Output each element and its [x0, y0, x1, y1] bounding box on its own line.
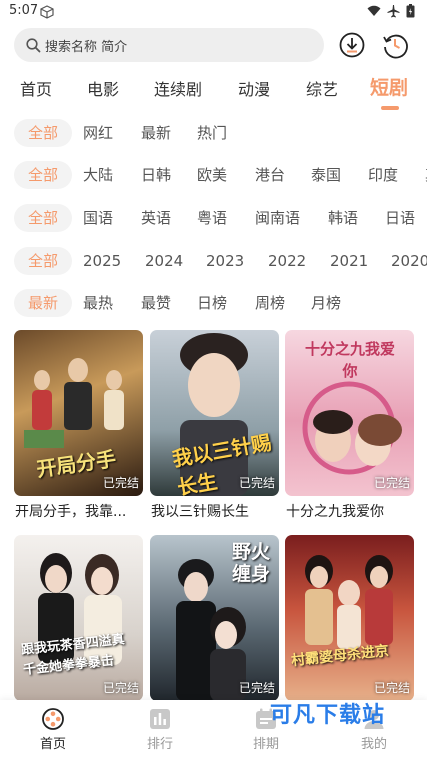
category-tabs: 首页 电影 连续剧 动漫 综艺 短剧	[0, 72, 427, 104]
search-icon	[26, 37, 41, 52]
tab-short-drama[interactable]: 短剧	[370, 73, 408, 100]
filter-chip[interactable]: 2024	[145, 247, 183, 275]
filter-chip[interactable]: 泰国	[311, 161, 341, 189]
filter-chip[interactable]: 2021	[330, 247, 368, 275]
filter-chip[interactable]: 2023	[206, 247, 244, 275]
filter-chip[interactable]: 全部	[14, 161, 73, 189]
filter-chip[interactable]: 韩语	[328, 204, 358, 232]
film-reel-icon	[42, 708, 64, 730]
poster-image: 我以三针赐长生 已完结	[150, 330, 279, 496]
status-badge: 已完结	[102, 476, 139, 490]
poster-title-art: 野火缠身	[232, 541, 271, 585]
status-badge: 已完结	[238, 681, 275, 695]
drama-title: 开局分手，我靠...	[15, 504, 127, 520]
filter-chip[interactable]: 2020	[391, 247, 427, 275]
watermark-text: 可凡下载站	[270, 703, 386, 728]
tab-home[interactable]: 首页	[20, 76, 52, 100]
filter-chip[interactable]: 港台	[255, 161, 285, 189]
filter-row-type: 全部 网红 最新 热门	[0, 119, 427, 147]
tab-movie[interactable]: 电影	[87, 76, 119, 100]
history-icon[interactable]	[381, 31, 409, 59]
status-icons	[367, 4, 415, 18]
filter-chip[interactable]: 最赞	[141, 289, 171, 317]
filter-chip[interactable]: 日语	[385, 204, 415, 232]
filter-chip[interactable]: 周榜	[255, 289, 285, 317]
active-tab-indicator	[381, 106, 399, 110]
ranking-icon	[150, 709, 170, 729]
filter-chip[interactable]: 粤语	[197, 204, 227, 232]
filter-chip[interactable]: 2022	[268, 247, 306, 275]
drama-title: 十分之九我爱你	[286, 504, 384, 520]
download-icon[interactable]	[338, 31, 366, 59]
airplane-icon	[387, 4, 400, 17]
wifi-icon	[367, 5, 381, 16]
filter-chip[interactable]: 网红	[83, 119, 113, 147]
filter-chip[interactable]: 欧美	[197, 161, 227, 189]
filter-chip[interactable]: 最新	[141, 119, 171, 147]
filter-row-language: 全部 国语 英语 粤语 闽南语 韩语 日语	[0, 204, 427, 232]
nav-label: 我的	[360, 737, 387, 752]
filter-chip[interactable]: 2025	[83, 247, 121, 275]
filter-chip[interactable]: 最新	[14, 289, 73, 317]
drama-title: 我以三针赐长生	[151, 504, 249, 520]
filter-chip[interactable]: 日榜	[197, 289, 227, 317]
poster-image: 村霸婆母杀进京 已完结	[285, 535, 414, 701]
poster-image: 开局分手 已完结	[14, 330, 143, 496]
filter-chip[interactable]: 闽南语	[255, 204, 300, 232]
search-input[interactable]: 搜索名称 简介	[14, 28, 324, 62]
nav-label: 首页	[39, 737, 66, 752]
poster-image: 野火缠身 已完结	[150, 535, 279, 701]
status-bar: 5:07	[0, 0, 427, 24]
poster-image: 十分之九我爱你 已完结	[285, 330, 414, 496]
filter-row-region: 全部 大陆 日韩 欧美 港台 泰国 印度 其	[0, 161, 427, 189]
tab-anime[interactable]: 动漫	[238, 76, 270, 100]
filter-chip[interactable]: 日韩	[141, 161, 171, 189]
filter-chip[interactable]: 印度	[368, 161, 398, 189]
nav-item-home[interactable]: 首页	[23, 708, 83, 752]
filter-chip[interactable]: 国语	[83, 204, 113, 232]
package-icon	[40, 5, 54, 19]
filter-chip[interactable]: 最热	[83, 289, 113, 317]
tab-series[interactable]: 连续剧	[154, 76, 202, 100]
search-placeholder: 搜索名称 简介	[45, 39, 128, 55]
filter-chip[interactable]: 月榜	[311, 289, 341, 317]
tab-variety[interactable]: 综艺	[306, 76, 338, 100]
poster-figures	[305, 555, 393, 649]
filter-row-year: 全部 2025 2024 2023 2022 2021 2020	[0, 247, 427, 275]
filter-chip[interactable]: 英语	[141, 204, 171, 232]
status-badge: 已完结	[373, 476, 410, 490]
nav-label: 排行	[146, 737, 173, 752]
filter-chip[interactable]: 大陆	[83, 161, 113, 189]
status-time: 5:07	[9, 3, 39, 18]
filter-chip[interactable]: 全部	[14, 204, 73, 232]
battery-icon	[406, 4, 415, 18]
nav-label: 排期	[252, 737, 279, 752]
filter-row-sort: 最新 最热 最赞 日榜 周榜 月榜	[0, 289, 427, 317]
status-badge: 已完结	[238, 476, 275, 490]
poster-image: 跟我玩茶香四溢真千金她拳拳暴击 已完结	[14, 535, 143, 701]
status-badge: 已完结	[373, 681, 410, 695]
filter-chip[interactable]: 热门	[197, 119, 227, 147]
status-badge: 已完结	[102, 681, 139, 695]
filter-chip[interactable]: 全部	[14, 247, 73, 275]
nav-item-ranking[interactable]: 排行	[130, 708, 190, 752]
poster-title-art: 十分之九我爱你	[305, 340, 396, 380]
filter-chip[interactable]: 全部	[14, 119, 73, 147]
